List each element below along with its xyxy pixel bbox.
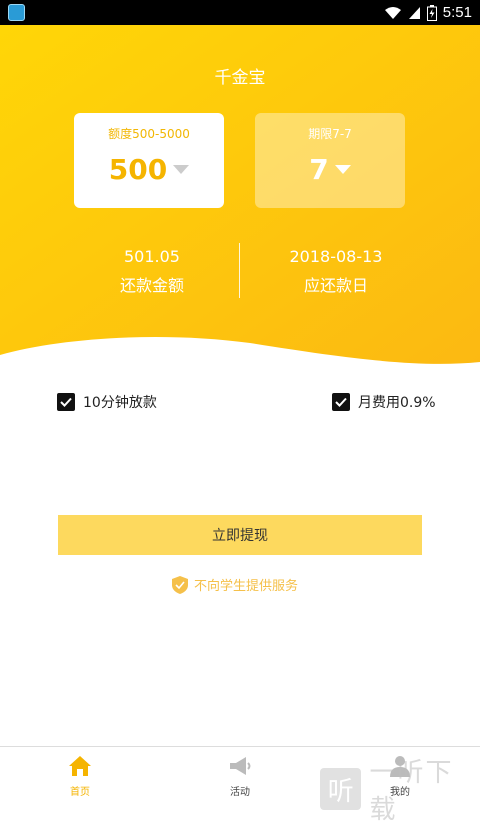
watermark-text: 一听下载 bbox=[369, 758, 454, 825]
repay-amount-block: 501.05 还款金额 bbox=[72, 247, 232, 296]
tab-activity-label: 活动 bbox=[230, 787, 250, 798]
fast-loan-checkbox[interactable] bbox=[57, 393, 75, 411]
chevron-down-icon bbox=[173, 165, 190, 174]
summary-divider bbox=[239, 243, 240, 298]
due-date-value: 2018-08-13 bbox=[289, 247, 383, 266]
student-notice: 不向学生提供服务 bbox=[172, 575, 298, 594]
page-title: 千金宝 bbox=[214, 68, 266, 88]
term-range-label: 期限7-7 bbox=[308, 127, 352, 141]
withdraw-button[interactable]: 立即提现 bbox=[58, 515, 422, 555]
monthly-fee-checkbox[interactable] bbox=[332, 393, 350, 411]
chevron-down-icon bbox=[334, 165, 351, 174]
check-icon bbox=[60, 397, 72, 407]
battery-icon bbox=[426, 4, 437, 21]
amount-selector[interactable]: 额度500-5000 500 bbox=[74, 113, 224, 208]
monthly-fee-option[interactable]: 月费用0.9% bbox=[332, 392, 436, 412]
home-icon bbox=[69, 756, 91, 776]
due-date-label: 应还款日 bbox=[303, 276, 368, 295]
tab-home-label: 首页 bbox=[70, 787, 90, 798]
repay-amount-value: 501.05 bbox=[124, 247, 180, 266]
status-bar: 5:51 bbox=[0, 0, 480, 25]
watermark: 听 一听下载 bbox=[320, 752, 480, 826]
notice-text: 不向学生提供服务 bbox=[194, 579, 299, 594]
term-value: 7 bbox=[309, 153, 329, 186]
amount-value: 500 bbox=[108, 153, 168, 186]
tab-home[interactable]: 首页 bbox=[40, 747, 120, 801]
repay-amount-label: 还款金额 bbox=[119, 276, 184, 295]
due-date-block: 2018-08-13 应还款日 bbox=[256, 247, 416, 296]
fast-loan-label: 10分钟放款 bbox=[83, 395, 157, 411]
signal-icon bbox=[408, 6, 420, 19]
status-time: 5:51 bbox=[442, 4, 472, 21]
tab-activity[interactable]: 活动 bbox=[200, 747, 280, 801]
monthly-fee-label: 月费用0.9% bbox=[358, 395, 436, 411]
term-selector[interactable]: 期限7-7 7 bbox=[255, 113, 405, 208]
megaphone-icon bbox=[230, 757, 251, 775]
watermark-logo: 听 bbox=[320, 768, 362, 810]
shield-icon bbox=[172, 575, 188, 594]
status-indicators: 5:51 bbox=[384, 0, 472, 25]
wifi-icon bbox=[384, 6, 401, 19]
app-notification-icon bbox=[8, 4, 25, 21]
amount-range-label: 额度500-5000 bbox=[108, 127, 190, 141]
check-icon bbox=[335, 397, 347, 407]
fast-loan-option[interactable]: 10分钟放款 bbox=[57, 392, 157, 412]
